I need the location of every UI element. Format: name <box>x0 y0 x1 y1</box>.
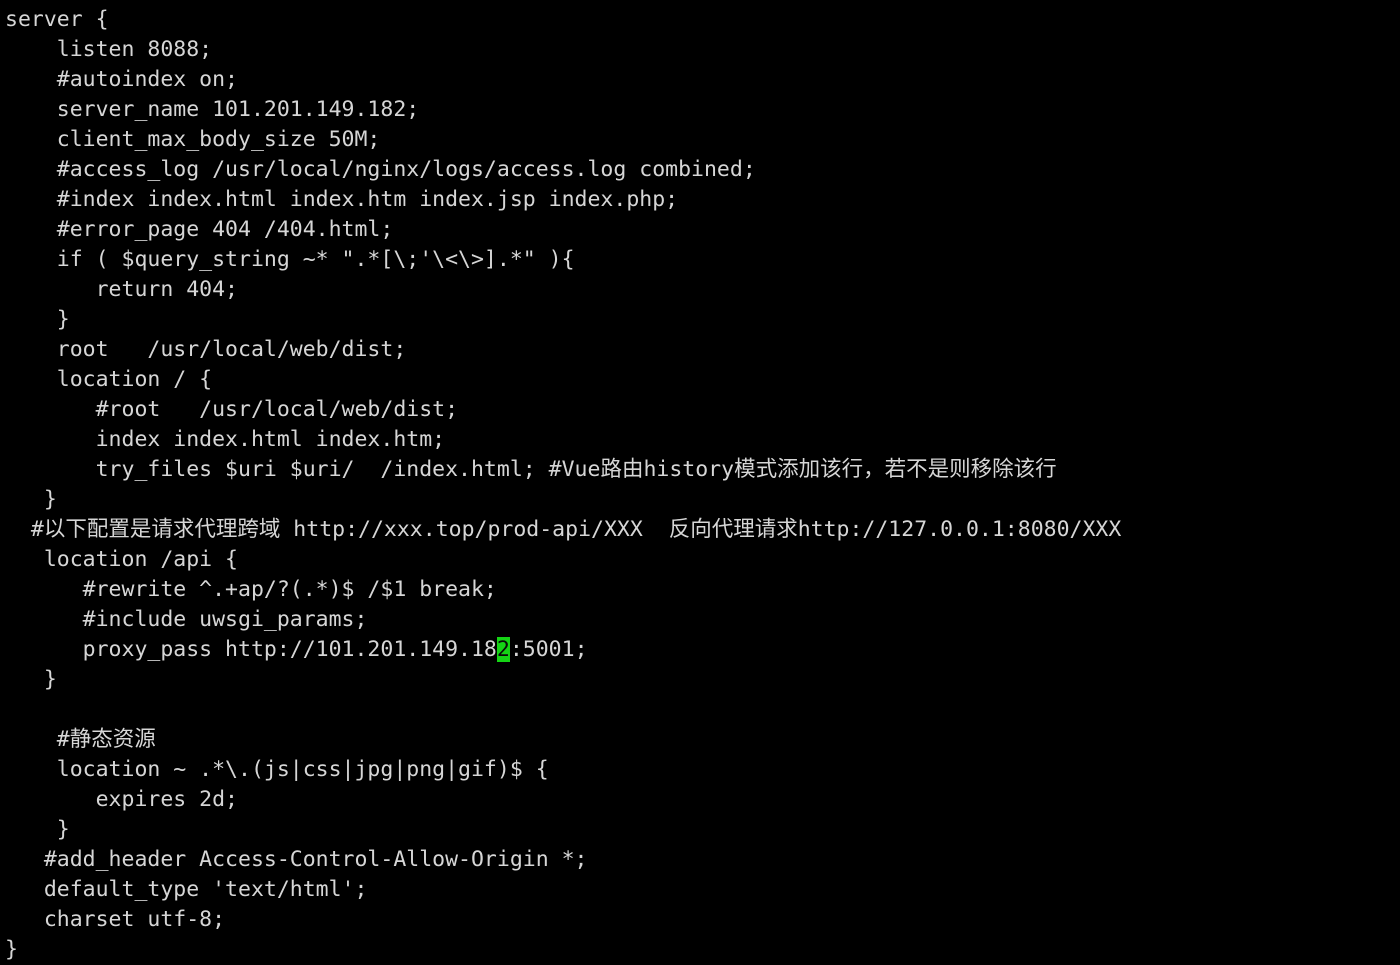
terminal-line: #access_log /usr/local/nginx/logs/access… <box>5 157 756 182</box>
cjk-comment-text: 静态资源 <box>69 727 156 752</box>
terminal-line: listen 8088; <box>5 37 213 62</box>
terminal-line: #rewrite ^.+ap/?(.*)$ /$1 break; <box>5 577 497 602</box>
terminal-line: #index index.html index.htm index.jsp in… <box>5 187 679 212</box>
terminal-line: #error_page 404 /404.html; <box>5 217 394 242</box>
terminal-line: default_type 'text/html'; <box>5 877 368 902</box>
cjk-comment-text: 以下配置是请求代理跨域 <box>43 517 281 542</box>
terminal-line: root /usr/local/web/dist; <box>5 337 407 362</box>
cjk-comment-text: 模式添加该行，若不是则移除该行 <box>734 457 1057 482</box>
text-cursor[interactable]: 2 <box>496 637 510 662</box>
terminal-line: location ~ .*\.(js|css|jpg|png|gif)$ { <box>5 757 549 782</box>
terminal-line: if ( $query_string ~* ".*[\;'\<\>].*" ){ <box>5 247 575 272</box>
terminal-line: } <box>5 817 70 842</box>
terminal-line: charset utf-8; <box>5 907 226 932</box>
terminal-line: #add_header Access-Control-Allow-Origin … <box>5 847 588 872</box>
terminal-line: client_max_body_size 50M; <box>5 127 381 152</box>
cjk-comment-text: 路由 <box>600 457 644 482</box>
terminal-line: location / { <box>5 367 213 392</box>
cursor-line-prefix: proxy_pass http://101.201.149.18 <box>5 637 497 662</box>
terminal-line: #include uwsgi_params; <box>5 607 368 632</box>
terminal-line: return 404; <box>5 277 238 302</box>
cjk-comment-text: 反向代理请求 <box>668 517 798 542</box>
terminal-line: try_files $uri $uri/ /index.html; #Vue路由… <box>5 457 1057 482</box>
terminal-line: server { <box>5 7 109 32</box>
terminal-screen[interactable]: server { listen 8088; #autoindex on; ser… <box>0 0 1400 962</box>
terminal-line: } <box>5 667 57 692</box>
cursor-line-suffix: :5001; <box>509 637 588 662</box>
terminal-line: expires 2d; <box>5 787 238 812</box>
terminal-line: #autoindex on; <box>5 67 238 92</box>
terminal-line: index index.html index.htm; <box>5 427 446 452</box>
terminal-line: location /api { <box>5 547 238 572</box>
terminal-line: proxy_pass http://101.201.149.182:5001; <box>5 635 1400 665</box>
terminal-line: server_name 101.201.149.182; <box>5 97 420 122</box>
terminal-line: #以下配置是请求代理跨域 http://xxx.top/prod-api/XXX… <box>5 517 1122 542</box>
terminal-line: #静态资源 <box>5 727 156 752</box>
terminal-line: } <box>5 487 57 512</box>
terminal-line: #root /usr/local/web/dist; <box>5 397 459 422</box>
terminal-line: } <box>5 307 70 332</box>
